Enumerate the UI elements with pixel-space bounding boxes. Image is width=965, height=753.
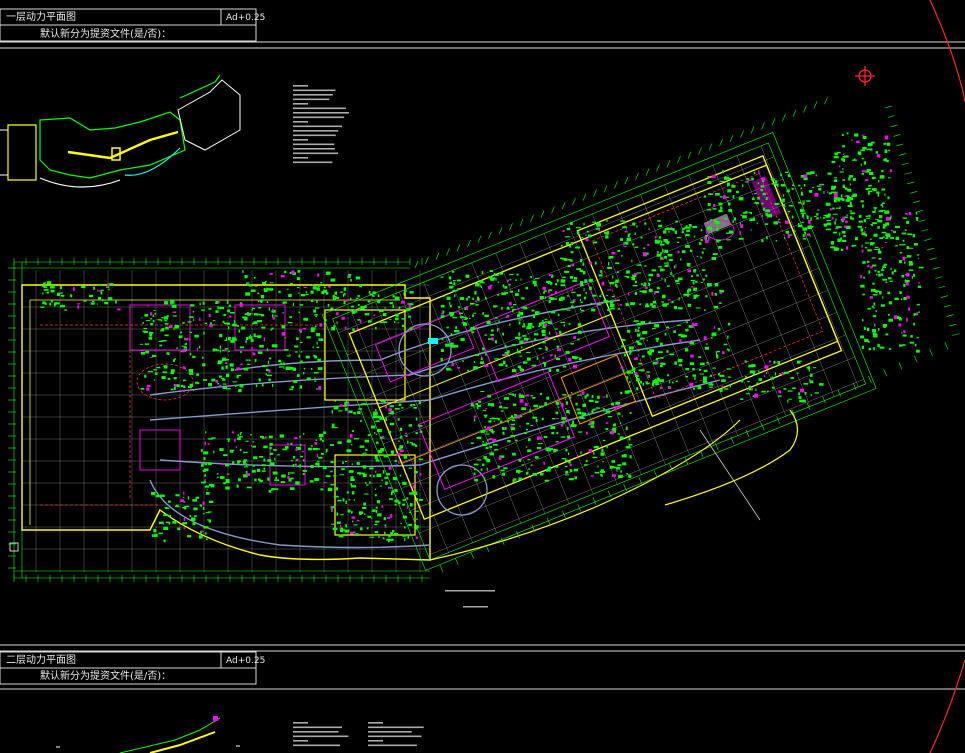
sheet-subtitle-level-2: 默认新分为提资文件(是/否)： [40,671,172,682]
sheet-title-level-1: 一层动力平面图 [6,12,76,23]
design-notes [293,85,495,747]
crosshair-circle-icon [855,66,875,86]
floor-plan-level-2-partial [56,716,240,753]
sheet-title-level-2: 二层动力平面图 [6,655,76,666]
viewport-boundary-arc [929,0,965,104]
sheet-scale-level-1: Ad+0.25 [226,13,266,23]
cad-drawing-canvas[interactable] [0,0,965,753]
viewport-boundary-arc-bottom [929,659,965,753]
sheet-subtitle-level-1: 默认新分为提资文件(是/否)： [40,29,172,40]
sheet-scale-level-2: Ad+0.25 [226,656,266,666]
key-plan [0,74,241,188]
